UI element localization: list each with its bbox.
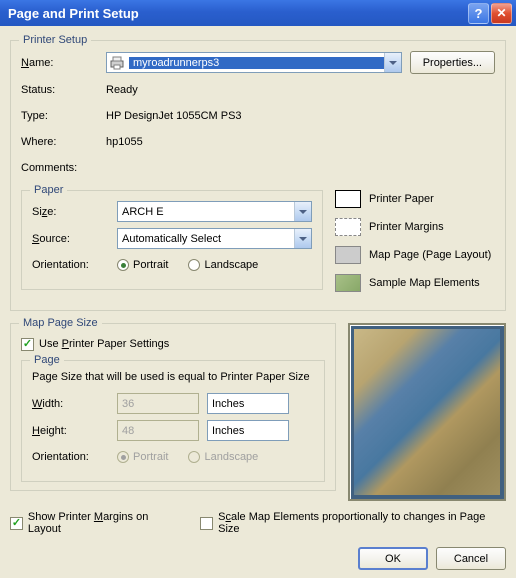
scale-elements-checkbox[interactable]	[200, 517, 213, 530]
page-title: Page	[30, 354, 64, 366]
radio-icon	[117, 259, 129, 271]
page-orientation-label: Orientation:	[32, 451, 117, 463]
help-button[interactable]: ?	[468, 3, 489, 24]
printer-name-combo[interactable]	[106, 52, 402, 73]
paper-landscape-radio[interactable]: Landscape	[188, 259, 258, 271]
paper-source-combo[interactable]	[117, 228, 312, 249]
status-value: Ready	[106, 84, 138, 96]
paper-size-label: Size:	[32, 206, 117, 218]
printer-setup-title: Printer Setup	[19, 34, 91, 46]
properties-button[interactable]: Properties...	[410, 51, 495, 74]
map-preview-image	[354, 329, 500, 495]
map-page-size-group: Map Page Size Use Printer Paper Settings…	[10, 323, 336, 491]
legend: Printer Paper Printer Margins Map Page (…	[335, 184, 495, 302]
legend-swatch-icon	[335, 190, 361, 208]
window-title: Page and Print Setup	[8, 6, 468, 21]
paper-source-dropdown-btn[interactable]	[294, 229, 311, 248]
map-page-size-title: Map Page Size	[19, 317, 102, 329]
ok-button[interactable]: OK	[358, 547, 428, 570]
legend-swatch-icon	[335, 218, 361, 236]
width-input	[117, 393, 199, 414]
legend-printer-margins: Printer Margins	[335, 218, 495, 236]
legend-swatch-icon	[335, 274, 361, 292]
legend-swatch-icon	[335, 246, 361, 264]
printer-name-input[interactable]	[129, 57, 384, 69]
height-unit-combo[interactable]	[207, 420, 289, 441]
radio-icon	[188, 259, 200, 271]
width-unit-combo[interactable]	[207, 393, 289, 414]
page-note: Page Size that will be used is equal to …	[32, 371, 314, 383]
paper-group: Paper Size: Source:	[21, 190, 323, 290]
scale-elements-label: Scale Map Elements proportionally to cha…	[218, 511, 506, 535]
page-portrait-radio: Portrait	[117, 451, 168, 463]
chevron-down-icon	[389, 61, 397, 65]
page-landscape-radio: Landscape	[188, 451, 258, 463]
cancel-button[interactable]: Cancel	[436, 547, 506, 570]
name-label: Name:	[21, 57, 106, 69]
type-label: Type:	[21, 110, 106, 122]
comments-label: Comments:	[21, 162, 106, 174]
legend-map-page: Map Page (Page Layout)	[335, 246, 495, 264]
where-value: hp1055	[106, 136, 143, 148]
paper-size-combo[interactable]	[117, 201, 312, 222]
paper-size-dropdown-btn[interactable]	[294, 202, 311, 221]
paper-orientation-label: Orientation:	[32, 259, 117, 271]
map-preview	[348, 323, 506, 501]
scale-elements-row[interactable]: Scale Map Elements proportionally to cha…	[200, 511, 506, 535]
paper-title: Paper	[30, 184, 67, 196]
use-printer-paper-label: Use Printer Paper Settings	[39, 338, 169, 350]
page-group: Page Page Size that will be used is equa…	[21, 360, 325, 482]
radio-icon	[188, 451, 200, 463]
titlebar: Page and Print Setup ? ✕	[0, 0, 516, 26]
height-label: Height:	[32, 425, 117, 437]
status-label: Status:	[21, 84, 106, 96]
legend-sample-elements: Sample Map Elements	[335, 274, 495, 292]
paper-portrait-radio[interactable]: Portrait	[117, 259, 168, 271]
printer-icon	[109, 55, 125, 71]
show-margins-checkbox[interactable]	[10, 517, 23, 530]
paper-size-input[interactable]	[118, 206, 294, 218]
show-margins-row[interactable]: Show Printer Margins on Layout	[10, 511, 182, 535]
printer-name-dropdown-btn[interactable]	[384, 53, 401, 72]
use-printer-paper-checkbox[interactable]	[21, 338, 34, 351]
chevron-down-icon	[299, 237, 307, 241]
paper-source-input[interactable]	[118, 233, 294, 245]
height-input	[117, 420, 199, 441]
paper-source-label: Source:	[32, 233, 117, 245]
width-unit-input[interactable]	[208, 398, 358, 410]
chevron-down-icon	[299, 210, 307, 214]
printer-setup-group: Printer Setup Name: Properties... Status…	[10, 40, 506, 311]
show-margins-label: Show Printer Margins on Layout	[28, 511, 182, 535]
where-label: Where:	[21, 136, 106, 148]
radio-icon	[117, 451, 129, 463]
close-button[interactable]: ✕	[491, 3, 512, 24]
height-unit-input[interactable]	[208, 425, 358, 437]
type-value: HP DesignJet 1055CM PS3	[106, 110, 242, 122]
width-label: Width:	[32, 398, 117, 410]
legend-printer-paper: Printer Paper	[335, 190, 495, 208]
